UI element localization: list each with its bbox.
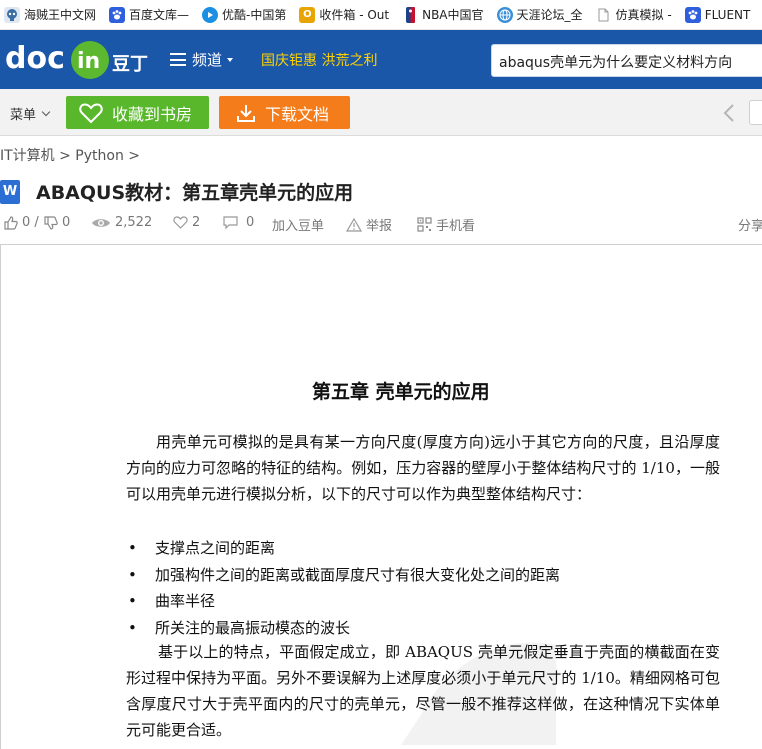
thumbs-down-icon: [44, 215, 58, 230]
list-item: • 所关注的最高振动模态的波长: [126, 615, 720, 642]
report-button[interactable]: 举报: [346, 215, 392, 234]
prev-page-arrow-icon[interactable]: [723, 104, 735, 122]
bookmark-label: 仿真模拟 -: [615, 8, 672, 22]
bullet-dot-icon: •: [128, 592, 137, 610]
favorite-button[interactable]: 2: [173, 215, 200, 230]
youku-play-icon: [202, 6, 219, 23]
channel-label: 频道: [192, 51, 223, 69]
bookmark-label: FLUENT: [704, 7, 751, 22]
list-item: • 支撑点之间的距离: [126, 535, 720, 562]
comment-icon: [223, 215, 238, 229]
bookmarks-bar: 海贼王中文网 百度文库— 优酷-中国第 O 收件箱 - Out NBA中国官 天…: [0, 0, 762, 30]
comment-count: 0: [246, 215, 255, 230]
add-to-library-label: 收藏到书房: [112, 104, 193, 124]
report-label: 举报: [366, 219, 393, 234]
eye-icon: [92, 218, 110, 227]
heart-outline-icon: [173, 216, 188, 229]
like-count: 0 /: [22, 215, 39, 230]
logo-text-cn: 豆丁: [112, 54, 148, 75]
bullet-dot-icon: •: [128, 539, 137, 557]
chevron-down-icon: [41, 107, 51, 116]
list-item-text: 加强构件之间的距离或截面厚度尺寸有很大变化处之间的距离: [155, 565, 561, 584]
mobile-view-button[interactable]: 手机看: [417, 215, 475, 234]
download-icon: [237, 104, 255, 122]
paragraph-intro: 用壳单元可模拟的是具有某一方向尺度(厚度方向)远小于其它方向的尺度，且沿厚度方向…: [126, 433, 720, 503]
logo-text-in: in: [77, 49, 100, 74]
page-title: ABAQUS教材：第五章壳单元的应用: [36, 182, 354, 204]
bookmark-label: NBA中国官: [422, 8, 484, 22]
download-button[interactable]: 下载文档: [219, 96, 350, 129]
globe-icon: [496, 6, 513, 23]
menu-label: 菜单: [10, 108, 37, 123]
bookmark-label: 天涯论坛_全: [516, 8, 583, 22]
caret-down-icon: [227, 57, 234, 62]
list-item-text: 支撑点之间的距离: [155, 539, 276, 557]
list-item-text: 所关注的最高振动模态的波长: [155, 618, 351, 637]
bookmark-label: 收件箱 - Out: [319, 8, 390, 22]
bullet-dot-icon: •: [128, 618, 137, 637]
nba-icon: [402, 6, 419, 23]
site-header: doc in 豆丁 频道 国庆钜惠 洪荒之利 abaqus壳单元为什么要定义材料…: [0, 30, 762, 89]
bullet-dot-icon: •: [128, 565, 137, 584]
share-button[interactable]: 分享: [738, 215, 762, 234]
doc-stats: 0 / 0 2,522 2 0 加入豆单 举报 手机看 分享: [0, 213, 762, 235]
favorite-count: 2: [192, 215, 201, 230]
download-label: 下载文档: [265, 104, 330, 124]
page-number-input[interactable]: [749, 100, 762, 125]
list-item: • 曲率半径: [126, 588, 720, 615]
heart-icon: [79, 102, 103, 123]
thumbs-up-icon: [4, 215, 18, 230]
like-button[interactable]: 0 /: [4, 215, 39, 230]
hamburger-icon: [170, 53, 186, 66]
baidu-paw-icon: [109, 6, 126, 23]
bookmark-2[interactable]: 优酷-中国第: [202, 6, 286, 23]
qr-code-icon: [417, 217, 432, 232]
list-item: • 加强构件之间的距离或截面厚度尺寸有很大变化处之间的距离: [126, 562, 720, 589]
doc-title-row: W ABAQUS教材：第五章壳单元的应用: [0, 178, 353, 205]
list-item-text: 曲率半径: [155, 592, 216, 610]
comment-button[interactable]: 0: [223, 215, 254, 230]
dislike-button[interactable]: 0: [44, 215, 70, 230]
bookmark-label: 优酷-中国第: [222, 8, 287, 22]
bookmark-0[interactable]: 海贼王中文网: [4, 6, 96, 23]
search-input[interactable]: abaqus壳单元为什么要定义材料方向: [491, 44, 762, 77]
bookmark-6[interactable]: 仿真模拟 -: [595, 6, 672, 23]
bookmark-1[interactable]: 百度文库—: [109, 6, 189, 23]
bookmark-4[interactable]: NBA中国官: [402, 6, 484, 23]
docin-logo[interactable]: doc in 豆丁: [4, 35, 149, 83]
views-stat: 2,522: [91, 215, 152, 230]
add-to-list-link[interactable]: 加入豆单: [272, 215, 324, 234]
outlook-icon: O: [299, 6, 316, 23]
word-doc-icon: W: [0, 179, 20, 204]
bookmark-5[interactable]: 天涯论坛_全: [496, 6, 583, 23]
menu-dropdown[interactable]: 菜单: [10, 104, 51, 123]
dislike-count: 0: [62, 215, 71, 230]
chapter-title: 第五章 壳单元的应用: [312, 381, 490, 403]
page-icon: [595, 6, 612, 23]
warning-icon: [346, 217, 362, 232]
promo-link[interactable]: 国庆钜惠 洪荒之利: [261, 50, 377, 70]
breadcrumb[interactable]: IT计算机 > Python >: [0, 145, 140, 165]
document-viewer[interactable]: 第五章 壳单元的应用 用壳单元可模拟的是具有某一方向尺度(厚度方向)远小于其它方…: [0, 244, 762, 749]
add-to-library-button[interactable]: 收藏到书房: [66, 96, 209, 129]
bullet-list: • 支撑点之间的距离 • 加强构件之间的距离或截面厚度尺寸有很大变化处之间的距离 •…: [126, 535, 720, 641]
views-count: 2,522: [115, 215, 153, 230]
channel-menu[interactable]: 频道: [170, 49, 234, 70]
bookmark-label: 百度文库—: [129, 8, 190, 22]
doc-toolbar: 菜单 收藏到书房 下载文档: [0, 89, 762, 136]
mobile-view-label: 手机看: [436, 219, 476, 234]
bookmark-7[interactable]: FLUENT: [684, 6, 751, 23]
logo-text-doc: doc: [5, 41, 65, 76]
skull-icon: [4, 6, 20, 23]
paragraph-shell-assumption: 基于以上的特点，平面假定成立，即 ABAQUS 壳单元假定垂直于壳面的横截面在变…: [126, 643, 720, 739]
bookmark-label: 海贼王中文网: [24, 8, 97, 22]
baidu-paw-icon: [684, 6, 701, 23]
bookmark-3[interactable]: O 收件箱 - Out: [299, 6, 389, 23]
